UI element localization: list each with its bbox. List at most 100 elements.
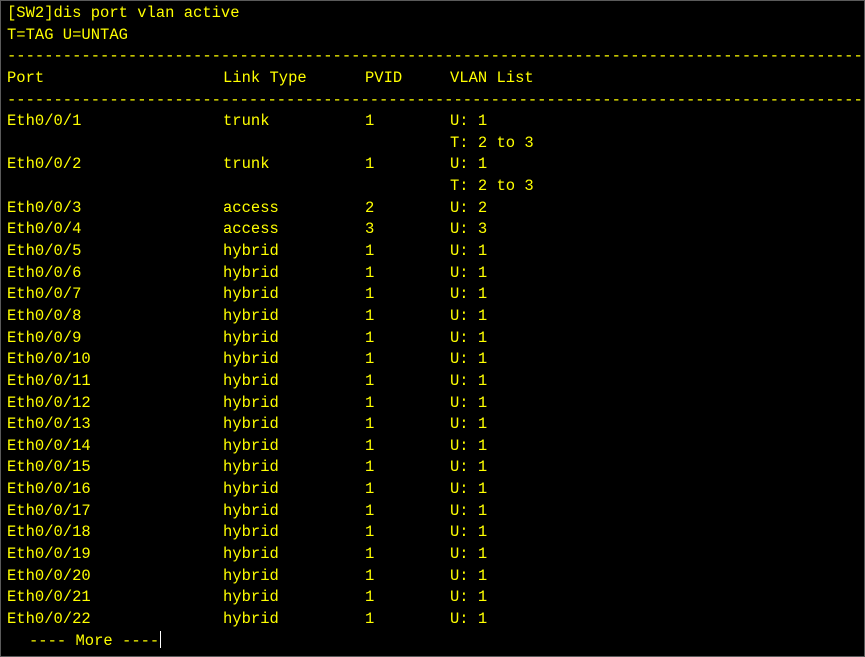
cell-port: Eth0/0/1 (7, 112, 82, 131)
cell-link-type: hybrid (223, 350, 279, 369)
cell-vlan-list: U: 1 (450, 155, 488, 174)
cell-port: Eth0/0/5 (7, 242, 82, 261)
cell-link-type: hybrid (223, 523, 279, 542)
table-row: Eth0/0/5 hybrid 1 U: 1 (7, 241, 864, 263)
cell-pvid: 1 (365, 285, 375, 304)
cell-pvid: 1 (365, 458, 375, 477)
cell-link-type: hybrid (223, 480, 279, 499)
cell-vlan-list: U: 1 (450, 112, 488, 131)
table-row: T: 2 to 3 (7, 133, 864, 155)
cell-port: Eth0/0/12 (7, 393, 91, 412)
table-row: Eth0/0/8 hybrid 1 U: 1 (7, 306, 864, 328)
cell-pvid: 1 (365, 480, 375, 499)
cell-port: Eth0/0/11 (7, 371, 91, 390)
cell-link-type: hybrid (223, 501, 279, 520)
cell-port: Eth0/0/10 (7, 350, 91, 369)
cell-port: Eth0/0/15 (7, 458, 91, 477)
separator-header: ----------------------------------------… (7, 90, 862, 109)
text-cursor (160, 630, 162, 648)
table-row: Eth0/0/12 hybrid 1 U: 1 (7, 393, 864, 415)
cell-pvid: 1 (365, 523, 375, 542)
cell-pvid: 2 (365, 198, 375, 217)
cell-link-type: hybrid (223, 328, 279, 347)
table-row: Eth0/0/10 hybrid 1 U: 1 (7, 349, 864, 371)
cell-vlan-list: U: 1 (450, 609, 488, 628)
cell-link-type: hybrid (223, 566, 279, 585)
cell-vlan-list: U: 1 (450, 393, 488, 412)
cell-vlan-list: U: 1 (450, 328, 488, 347)
cell-link-type: hybrid (223, 242, 279, 261)
cell-pvid: 1 (365, 371, 375, 390)
table-row: Eth0/0/22 hybrid 1 U: 1 (7, 609, 864, 631)
cell-link-type: hybrid (223, 436, 279, 455)
legend-line: T=TAG U=UNTAG (7, 25, 128, 44)
cell-link-type: hybrid (223, 458, 279, 477)
cell-link-type: hybrid (223, 545, 279, 564)
cell-port: Eth0/0/2 (7, 155, 82, 174)
cell-port: Eth0/0/3 (7, 198, 82, 217)
table-header: Port Link Type PVID VLAN List (7, 68, 864, 90)
cell-vlan-list: U: 2 (450, 198, 488, 217)
more-prompt-text: ---- More ---- (29, 631, 160, 650)
cell-pvid: 1 (365, 436, 375, 455)
cell-port: Eth0/0/18 (7, 523, 91, 542)
port-table-body: Eth0/0/1 trunk 1 U: 1 T: 2 to 3 Eth0/0/2 trunk… (7, 111, 864, 630)
cell-pvid: 1 (365, 588, 375, 607)
table-row: Eth0/0/16 hybrid 1 U: 1 (7, 479, 864, 501)
cell-vlan-list: U: 1 (450, 415, 488, 434)
header-link-type: Link Type (223, 68, 307, 87)
table-row: Eth0/0/20 hybrid 1 U: 1 (7, 566, 864, 588)
table-row: Eth0/0/6 hybrid 1 U: 1 (7, 263, 864, 285)
cell-link-type: hybrid (223, 393, 279, 412)
cell-port: Eth0/0/6 (7, 263, 82, 282)
table-row: Eth0/0/14 hybrid 1 U: 1 (7, 436, 864, 458)
table-row: Eth0/0/13 hybrid 1 U: 1 (7, 414, 864, 436)
cell-pvid: 1 (365, 350, 375, 369)
table-row: Eth0/0/21 hybrid 1 U: 1 (7, 587, 864, 609)
table-row: Eth0/0/4 access 3 U: 3 (7, 219, 864, 241)
cell-pvid: 1 (365, 545, 375, 564)
cell-port: Eth0/0/22 (7, 609, 91, 628)
cell-vlan-list: U: 3 (450, 220, 488, 239)
terminal-window[interactable]: [SW2]dis port vlan active T=TAG U=UNTAG … (0, 0, 865, 657)
cell-pvid: 1 (365, 306, 375, 325)
cell-vlan-list: U: 1 (450, 306, 488, 325)
cell-vlan-list: U: 1 (450, 480, 488, 499)
cell-vlan-list: U: 1 (450, 545, 488, 564)
cell-vlan-list: U: 1 (450, 350, 488, 369)
command-line: [SW2]dis port vlan active (7, 4, 240, 22)
table-row: Eth0/0/19 hybrid 1 U: 1 (7, 544, 864, 566)
cell-link-type: hybrid (223, 371, 279, 390)
cell-link-type: access (223, 198, 279, 217)
separator-top: ----------------------------------------… (7, 47, 862, 66)
cell-link-type: trunk (223, 155, 270, 174)
cell-pvid: 1 (365, 155, 375, 174)
header-pvid: PVID (365, 68, 403, 87)
table-row: Eth0/0/17 hybrid 1 U: 1 (7, 501, 864, 523)
cell-vlan-list: U: 1 (450, 263, 488, 282)
cell-vlan-list: U: 1 (450, 566, 488, 585)
cell-pvid: 1 (365, 112, 375, 131)
cell-port: Eth0/0/8 (7, 306, 82, 325)
cell-vlan-list: U: 1 (450, 458, 488, 477)
cell-link-type: trunk (223, 112, 270, 131)
cell-link-type: hybrid (223, 285, 279, 304)
cell-port: Eth0/0/19 (7, 545, 91, 564)
table-row: Eth0/0/7 hybrid 1 U: 1 (7, 284, 864, 306)
cell-port: Eth0/0/20 (7, 566, 91, 585)
cell-pvid: 1 (365, 566, 375, 585)
cell-port: Eth0/0/17 (7, 501, 91, 520)
table-row: Eth0/0/2 trunk 1 U: 1 (7, 154, 864, 176)
table-row: Eth0/0/3 access 2 U: 2 (7, 198, 864, 220)
cell-pvid: 1 (365, 415, 375, 434)
cell-vlan-list: U: 1 (450, 501, 488, 520)
cell-link-type: hybrid (223, 306, 279, 325)
table-row: T: 2 to 3 (7, 176, 864, 198)
cell-vlan-list: U: 1 (450, 588, 488, 607)
cell-port: Eth0/0/21 (7, 588, 91, 607)
table-row: Eth0/0/15 hybrid 1 U: 1 (7, 457, 864, 479)
header-port: Port (7, 68, 45, 87)
cell-vlan-list: T: 2 to 3 (450, 177, 534, 196)
cell-link-type: hybrid (223, 415, 279, 434)
cell-pvid: 1 (365, 609, 375, 628)
